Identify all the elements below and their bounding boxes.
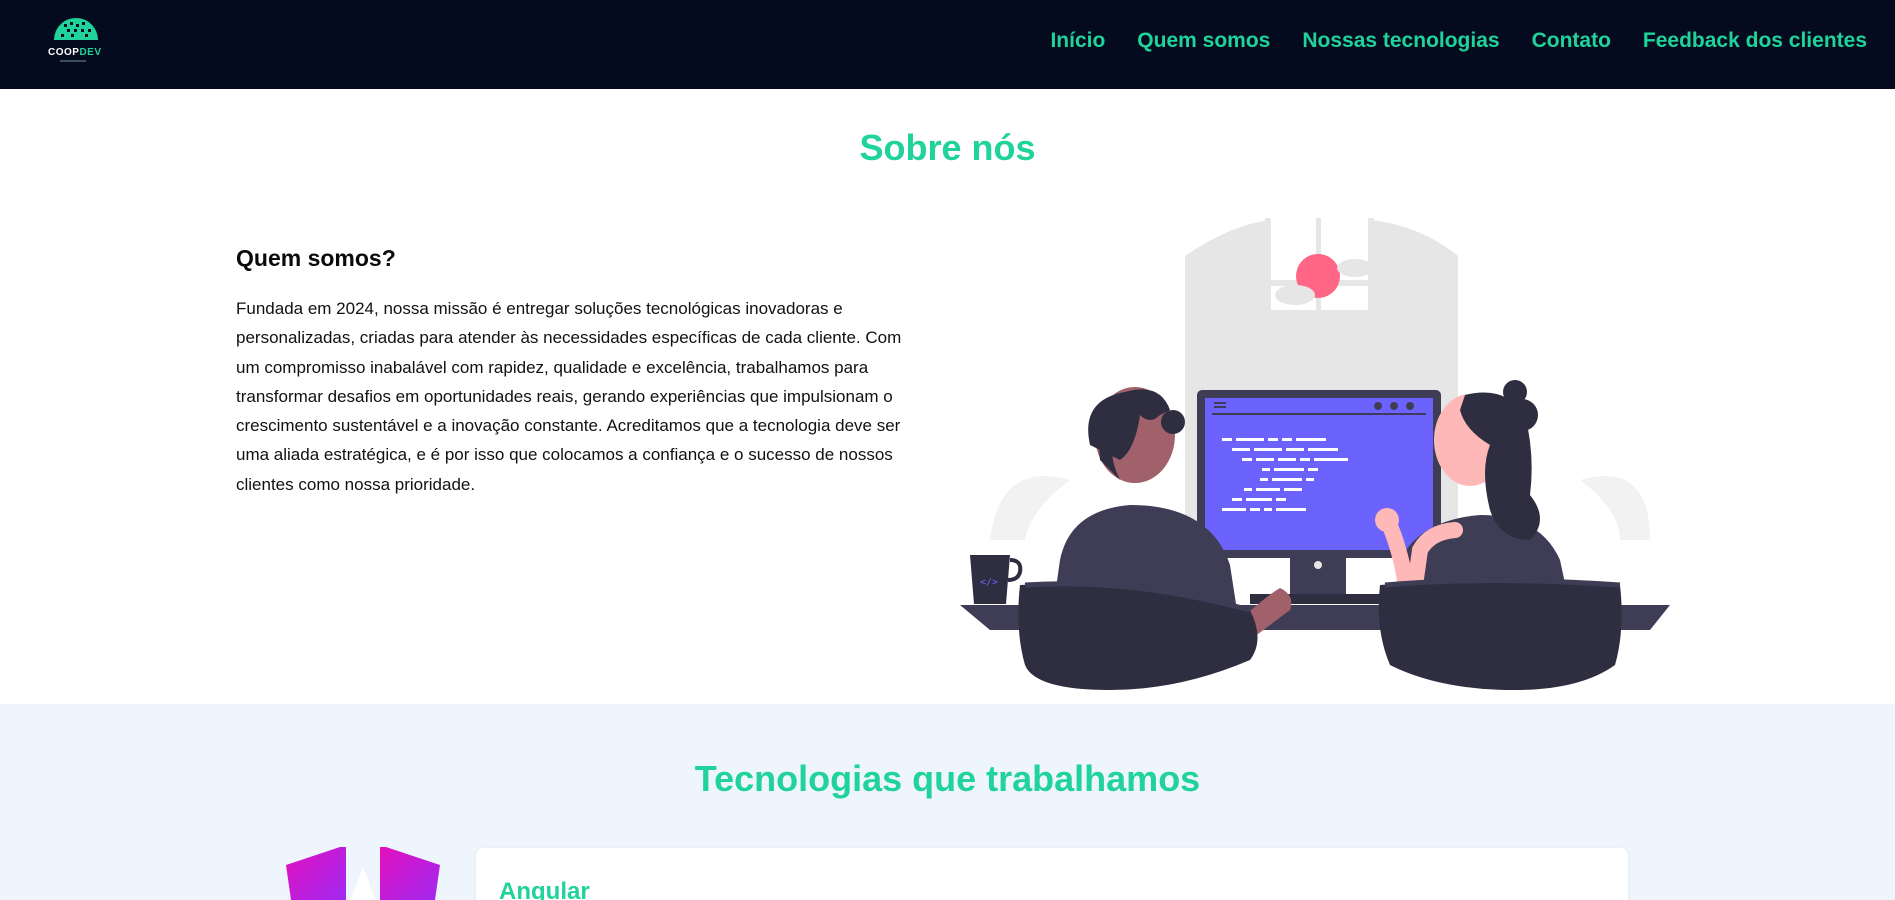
nav-inicio[interactable]: Início <box>1050 29 1105 53</box>
tech-card-title: Angular <box>499 878 590 900</box>
nav-feedback[interactable]: Feedback dos clientes <box>1643 29 1867 53</box>
about-text: Fundada em 2024, nossa missão é entregar… <box>236 299 902 494</box>
about-title: Sobre nós <box>859 127 1036 168</box>
about-heading: Quem somos? <box>236 245 396 271</box>
developers-at-computer-illustration-icon: </> <box>960 218 1670 690</box>
angular-icon <box>286 845 440 900</box>
logo-wordmark: COOPDEV <box>48 47 102 58</box>
nav-contato[interactable]: Contato <box>1532 29 1611 53</box>
coopdev-logo[interactable]: COOPDEV <box>44 14 108 72</box>
logo-subline <box>60 60 86 62</box>
nav-nossas-tecnologias[interactable]: Nossas tecnologias <box>1302 29 1499 53</box>
site-header: COOPDEV Início Quem somos Nossas tecnolo… <box>0 0 1895 89</box>
tech-card-angular: Angular <box>476 848 1628 900</box>
main-nav: Início Quem somos Nossas tecnologias Con… <box>1018 29 1867 53</box>
tech-title: Tecnologias que trabalhamos <box>694 758 1201 799</box>
developers-illustration: </> <box>960 210 1680 690</box>
nav-quem-somos[interactable]: Quem somos <box>1137 29 1270 53</box>
svg-text:</>: </> <box>980 577 998 588</box>
tech-section: Tecnologias que trabalhamos Angular <box>0 704 1895 900</box>
